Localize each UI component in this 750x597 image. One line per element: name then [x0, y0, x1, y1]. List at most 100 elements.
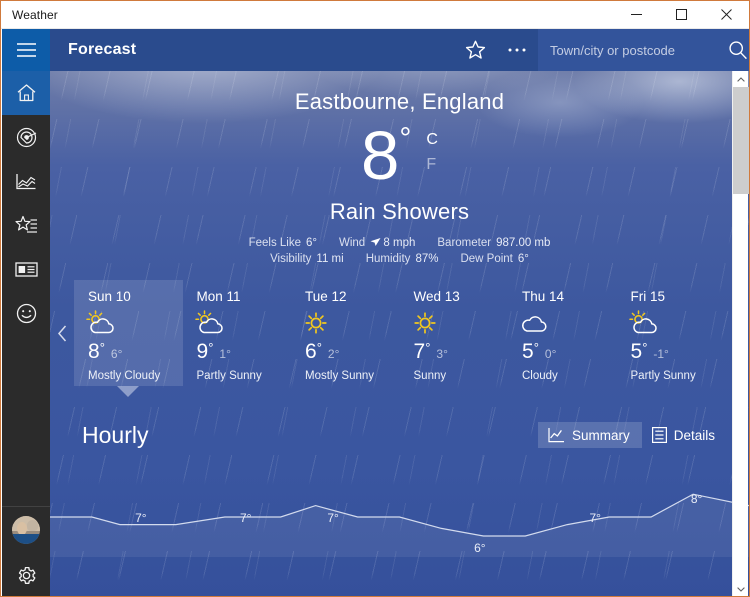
star-icon: [465, 40, 485, 59]
forecast-day-card[interactable]: Sun 10 8° 6° Mostly Cloudy: [74, 280, 183, 397]
summary-tab[interactable]: Summary: [537, 422, 642, 448]
stats-row-1: Feels Like 6° Wind 8 mph Barometer 987.00 …: [50, 237, 749, 249]
sidebar-item-favorites[interactable]: [2, 203, 50, 247]
news-icon: [14, 261, 38, 277]
forecast-day-label: Wed 13: [413, 289, 460, 304]
hamburger-icon: [16, 43, 36, 57]
search-icon: [728, 41, 747, 60]
forecast-day-card[interactable]: Thu 14 5° 0° Cloudy: [508, 280, 617, 386]
forecast-prev-button[interactable]: [50, 273, 74, 393]
forecast-condition: Sunny: [413, 370, 447, 382]
degree-symbol: °: [399, 122, 411, 155]
stat-feels-like: Feels Like 6°: [249, 237, 317, 249]
scroll-down-icon: [737, 586, 745, 592]
forecast-high: 5°: [630, 340, 648, 363]
stat-label: Visibility: [270, 253, 312, 265]
location-name: Eastbourne, England: [294, 89, 505, 114]
hourly-title: Hourly: [82, 421, 149, 448]
sidebar-item-home[interactable]: [2, 71, 50, 115]
details-tab[interactable]: Details: [642, 422, 727, 448]
gear-icon: [18, 566, 35, 584]
minimize-button[interactable]: [614, 1, 659, 29]
hourly-temp-label: 7°: [327, 511, 339, 526]
sunny-icon: [412, 308, 509, 338]
scroll-up-icon: [737, 76, 745, 82]
close-icon: [721, 9, 732, 20]
forecast-content: Eastbourne, England 8° C F Rain Showers …: [50, 71, 749, 596]
forecast-high: 5°: [522, 340, 539, 363]
details-tab-label: Details: [673, 427, 715, 443]
stat-wind: Wind 8 mph: [339, 237, 415, 249]
sidebar-bottom-group: [2, 506, 50, 596]
current-temperature: 8°: [361, 117, 411, 194]
stat-value: 11 mi: [316, 253, 344, 265]
forecast-high: 8°: [88, 340, 105, 363]
hourly-chart-svg: [50, 493, 749, 557]
forecast-condition: Partly Sunny: [196, 370, 262, 382]
partly-cloudy-icon: [194, 308, 292, 338]
sidebar-item-send-feedback[interactable]: [2, 291, 50, 335]
forecast-condition: Mostly Sunny: [305, 370, 375, 382]
maximize-button[interactable]: [659, 1, 704, 29]
scroll-down-button[interactable]: [733, 581, 749, 596]
unit-celsius-button[interactable]: C: [426, 127, 438, 152]
smiley-icon: [16, 303, 36, 323]
search-input[interactable]: [538, 29, 726, 71]
hamburger-menu-button[interactable]: [2, 29, 50, 71]
forecast-day-card[interactable]: Mon 11 9° 1° Partly Sunny: [183, 280, 292, 386]
chart-icon: [548, 428, 564, 443]
forecast-temps: 8° 6°: [88, 340, 183, 364]
scrollbar-thumb[interactable]: [733, 87, 749, 194]
forecast-day-card[interactable]: Wed 13 7° 3° Sunny: [400, 280, 509, 386]
sidebar-item-historical-weather[interactable]: [2, 159, 50, 203]
stat-value: 6°: [306, 237, 317, 249]
forecast-day-card[interactable]: Tue 12 6° 2° Mostly Sunny: [291, 280, 400, 386]
hourly-temp-label: 6°: [474, 541, 486, 556]
more-options-button[interactable]: [496, 29, 538, 71]
forecast-condition: Mostly Cloudy: [88, 370, 161, 382]
forecast-day-label: Fri 15: [630, 289, 666, 304]
app-header: Forecast: [50, 29, 749, 71]
unit-fahrenheit-button[interactable]: F: [426, 152, 438, 177]
sidebar-item-news[interactable]: [2, 247, 50, 291]
current-temperature-value: 8: [361, 117, 399, 194]
search-box: [538, 29, 749, 71]
current-conditions-panel: Eastbourne, England 8° C F Rain Showers …: [50, 71, 749, 265]
current-stats: Feels Like 6° Wind 8 mph Barometer 987.00 …: [50, 237, 749, 265]
forecast-high: 6°: [305, 340, 322, 363]
sidebar-item-settings[interactable]: [2, 553, 50, 596]
window-title: Weather: [12, 7, 58, 22]
forecast-day-label: Tue 12: [305, 289, 347, 304]
daily-forecast-carousel: Sun 10 8° 6° Mostly Cloudy Mon 11 9° 1° …: [50, 273, 749, 397]
close-button[interactable]: [704, 1, 749, 29]
hourly-section-header: Hourly Summary Details: [50, 415, 749, 455]
forecast-days-list: Sun 10 8° 6° Mostly Cloudy Mon 11 9° 1° …: [74, 280, 726, 397]
forecast-low: 0°: [544, 347, 557, 361]
scroll-up-button[interactable]: [733, 71, 749, 87]
scrollbar-track[interactable]: [733, 87, 749, 581]
vertical-scrollbar[interactable]: [732, 71, 749, 596]
chevron-left-icon: [57, 325, 66, 341]
stat-value: 8 mph: [383, 237, 416, 249]
title-bar: Weather: [1, 1, 749, 29]
partly-cloudy-icon: [86, 308, 183, 338]
favorite-button[interactable]: [454, 29, 496, 71]
sidebar-item-maps[interactable]: [2, 115, 50, 159]
stat-label: Barometer: [437, 237, 492, 249]
forecast-temps: 7° 3°: [414, 340, 509, 364]
stat-value: 6°: [517, 253, 529, 265]
wind-direction-arrow-icon: [370, 238, 381, 246]
forecast-day-label: Thu 14: [522, 289, 565, 304]
search-button[interactable]: [726, 29, 749, 71]
weather-app-window: Weather Forecast Town/city or postcode E…: [0, 0, 750, 597]
forecast-day-label: Sun 10: [88, 289, 131, 304]
forecast-low: 6°: [110, 347, 123, 361]
stat-barometer: Barometer 987.00 mb: [437, 237, 550, 249]
header-actions: [454, 29, 749, 71]
current-condition: Rain Showers: [329, 199, 470, 224]
forecast-high: 9°: [196, 340, 214, 363]
account-button[interactable]: [2, 507, 50, 553]
forecast-day-card[interactable]: Fri 15 5° -1° Partly Sunny: [617, 280, 726, 386]
list-icon: [651, 427, 667, 443]
